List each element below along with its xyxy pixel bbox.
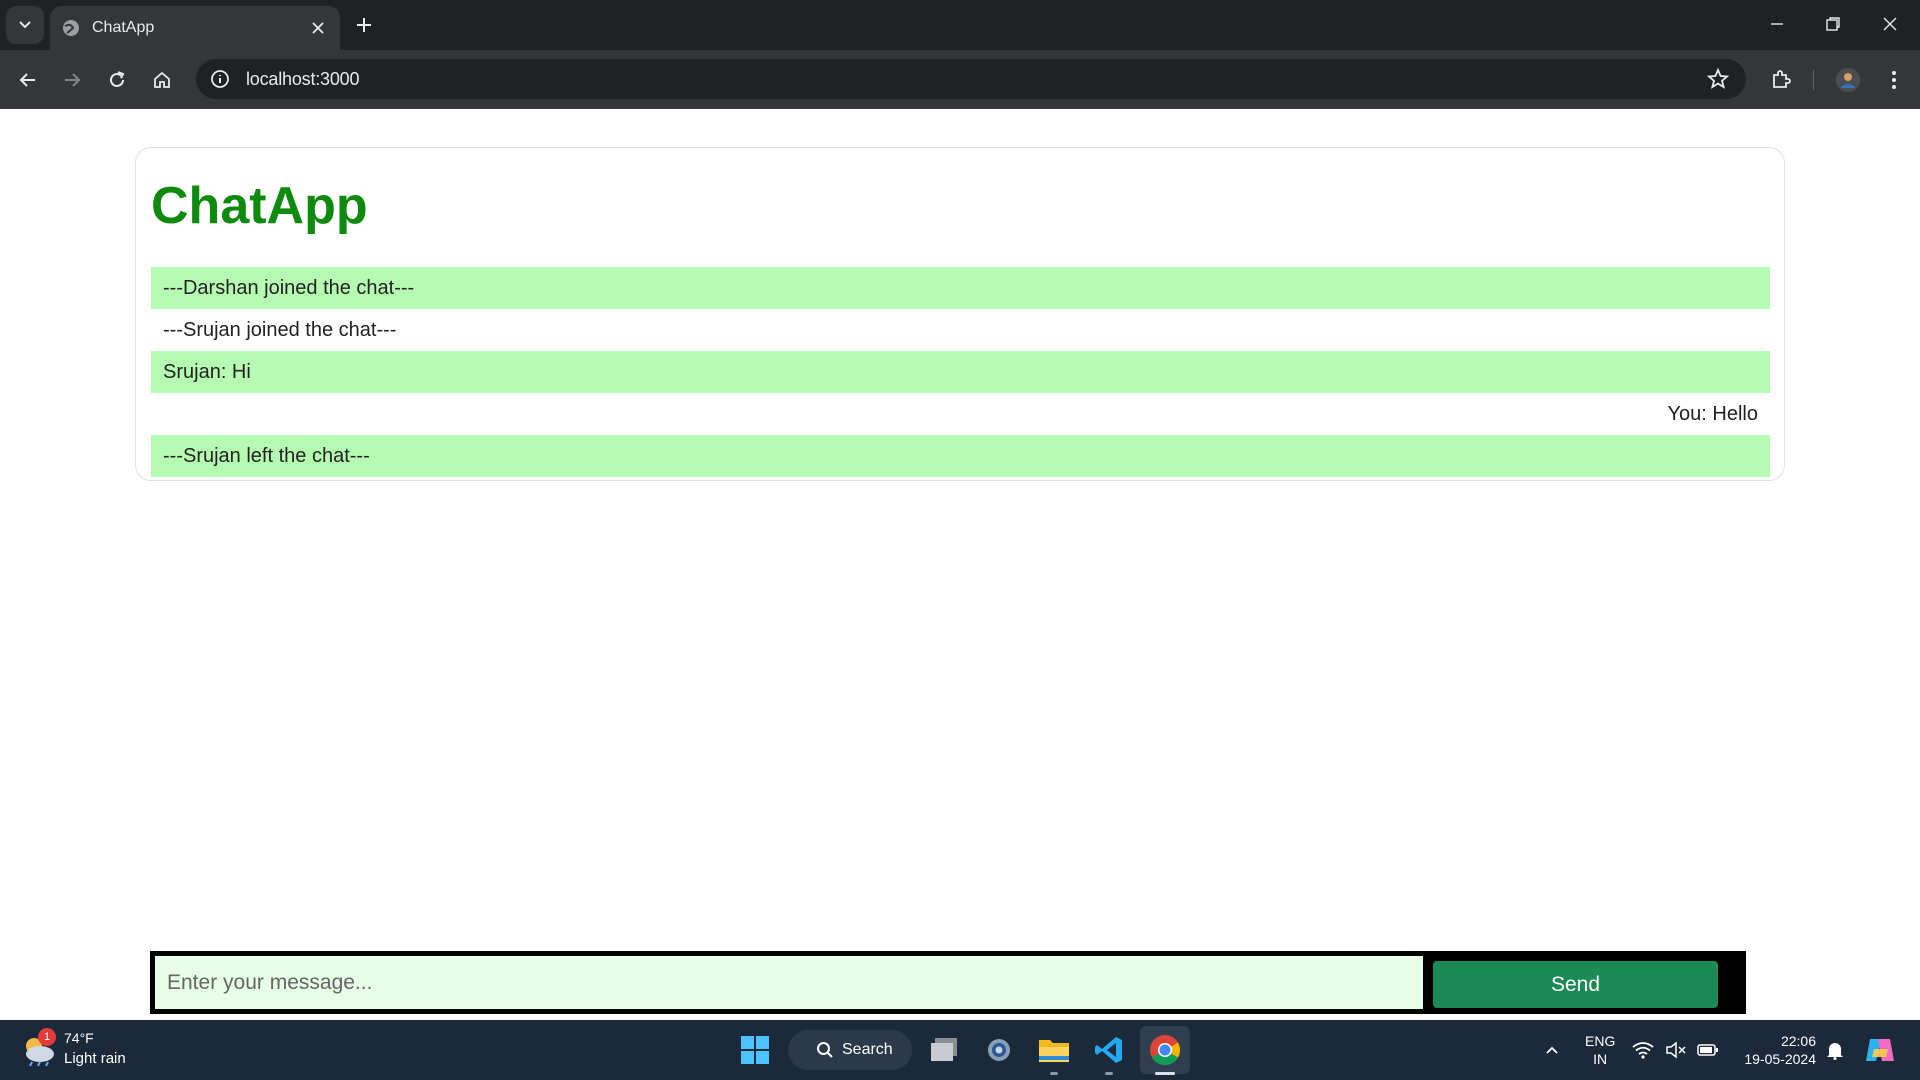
system-clock[interactable]: 22:06 19-05-2024 [1740, 1032, 1816, 1068]
message-item: ---Srujan joined the chat--- [163, 319, 397, 341]
os-taskbar: 1 74°F Light rain Search ENG IN 22:06 19… [0, 1020, 1920, 1080]
tab-search-button[interactable] [6, 6, 44, 44]
globe-icon [63, 20, 79, 36]
forward-button[interactable] [58, 66, 86, 94]
copilot-icon [1866, 1039, 1894, 1061]
message-item: ---Srujan left the chat--- [151, 435, 1770, 477]
copilot-button[interactable] [1862, 1032, 1898, 1068]
task-view-icon [931, 1038, 957, 1061]
new-tab-icon[interactable] [352, 13, 376, 37]
arrow-right-icon [65, 73, 81, 87]
restore-icon[interactable] [1821, 12, 1845, 36]
network-button[interactable] [1630, 1032, 1656, 1068]
tab-chatapp[interactable]: ChatApp [50, 6, 340, 50]
battery-icon [1697, 1044, 1718, 1056]
chrome-icon [1150, 1035, 1181, 1066]
avatar [1836, 68, 1860, 92]
menu-button[interactable] [1880, 66, 1908, 94]
region-code: IN [1593, 1051, 1608, 1067]
page-viewport: ChatApp ---Darshan joined the chat--- --… [0, 109, 1920, 1020]
chevron-up-icon [1546, 1046, 1558, 1054]
chevron-down-icon [19, 21, 31, 29]
weather-condition: Light rain [64, 1050, 126, 1067]
extensions-button[interactable] [1767, 66, 1795, 94]
toolbar-divider [1813, 70, 1814, 90]
folder-icon [1039, 1040, 1069, 1062]
puzzle-icon [1773, 70, 1791, 88]
message-list: ---Darshan joined the chat--- ---Srujan … [151, 267, 1770, 477]
search-label: Search [842, 1041, 893, 1058]
send-button[interactable]: Send [1433, 961, 1718, 1008]
app-running-indicator [1105, 1072, 1113, 1075]
volume-button[interactable] [1663, 1032, 1689, 1068]
clock-date: 19-05-2024 [1744, 1051, 1816, 1067]
url-text: localhost:3000 [246, 68, 360, 89]
weather-badge: 1 [38, 1028, 56, 1046]
taskbar-app-vscode[interactable] [1091, 1032, 1127, 1068]
start-button[interactable] [737, 1032, 773, 1068]
message-composer: Send [150, 951, 1746, 1014]
reload-icon [110, 71, 125, 87]
home-button[interactable] [148, 66, 176, 94]
message-input[interactable] [155, 956, 1423, 1009]
volume-muted-icon [1666, 1041, 1686, 1059]
taskbar-search[interactable]: Search [788, 1030, 912, 1070]
arrow-left-icon [19, 73, 35, 87]
app-running-indicator [1050, 1072, 1058, 1075]
bookmark-star-icon[interactable] [1706, 67, 1730, 91]
browser-toolbar: localhost:3000 [0, 50, 1920, 109]
taskbar-app-taskview[interactable] [926, 1032, 962, 1068]
tray-overflow-button[interactable] [1534, 1032, 1570, 1068]
language-code: ENG [1585, 1033, 1616, 1049]
gear-icon [988, 1039, 1010, 1061]
more-vert-icon [1892, 71, 1896, 89]
bell-icon [1827, 1043, 1843, 1060]
message-item: ---Darshan joined the chat--- [151, 267, 1770, 309]
battery-button[interactable] [1695, 1032, 1721, 1068]
weather-temp: 74°F [64, 1030, 94, 1046]
browser-tab-bar: ChatApp [0, 0, 1920, 50]
info-icon[interactable] [208, 67, 232, 91]
app-active-indicator [1155, 1072, 1175, 1075]
address-bar[interactable]: localhost:3000 [196, 59, 1746, 99]
reload-button[interactable] [103, 66, 131, 94]
minimize-icon[interactable] [1765, 12, 1789, 36]
message-item: Srujan: Hi [151, 351, 1770, 393]
taskbar-app-chrome[interactable] [1147, 1032, 1183, 1068]
tab-title: ChatApp [92, 19, 155, 36]
back-button[interactable] [14, 66, 42, 94]
message-item: You: Hello [1667, 403, 1758, 425]
home-icon [154, 71, 170, 88]
windows-logo-icon [741, 1036, 769, 1064]
weather-widget[interactable]: 1 74°F Light rain [20, 1028, 140, 1070]
vscode-icon [1095, 1037, 1122, 1063]
close-tab-icon[interactable] [308, 18, 328, 38]
taskbar-app-settings[interactable] [981, 1032, 1017, 1068]
page-title: ChatApp [151, 177, 368, 235]
profile-button[interactable] [1834, 66, 1862, 94]
chat-container: ChatApp ---Darshan joined the chat--- --… [135, 147, 1785, 481]
taskbar-app-explorer[interactable] [1036, 1032, 1072, 1068]
language-indicator[interactable]: ENG IN [1585, 1032, 1615, 1068]
notifications-button[interactable] [1822, 1032, 1848, 1068]
search-icon [817, 1042, 833, 1058]
wifi-icon [1632, 1042, 1654, 1059]
close-window-icon[interactable] [1878, 12, 1902, 36]
clock-time: 22:06 [1780, 1033, 1816, 1049]
